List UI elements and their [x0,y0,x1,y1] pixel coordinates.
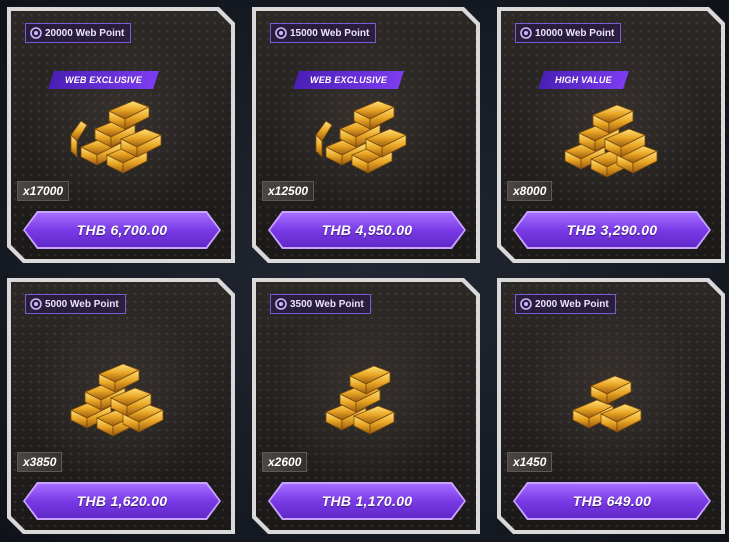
product-card-body: 2000 Web Point x1450 THB 649.00 [501,282,721,530]
gold-bars-icon [61,346,181,446]
product-card-body: 15000 Web Point WEB EXCLUSIVE x12500 THB… [256,11,476,259]
gold-bars-icon [61,85,181,185]
web-point-tag: 2000 Web Point [515,294,616,314]
web-point-label: 10000 Web Point [535,27,615,39]
price-label: THB 6,700.00 [76,222,168,238]
web-point-icon [275,298,287,310]
buy-button[interactable]: THB 3,290.00 [513,211,711,249]
web-point-tag: 3500 Web Point [270,294,371,314]
product-card[interactable]: 20000 Web Point WEB EXCLUSIVE x17000 THB… [7,7,235,263]
gold-bars-icon [306,85,426,185]
product-card-body: 3500 Web Point x2600 THB 1,170.00 [256,282,476,530]
quantity-label: x3850 [17,452,62,472]
shop-grid: 20000 Web Point WEB EXCLUSIVE x17000 THB… [0,0,729,542]
quantity-label: x2600 [262,452,307,472]
product-card[interactable]: 5000 Web Point x3850 THB 1,620.00 [7,278,235,534]
web-point-tag: 5000 Web Point [25,294,126,314]
gold-bars-icon [551,85,671,185]
quantity-label: x12500 [262,181,314,201]
web-point-icon [30,27,42,39]
web-point-label: 2000 Web Point [535,298,609,310]
quantity-label: x8000 [507,181,552,201]
buy-button[interactable]: THB 4,950.00 [268,211,466,249]
buy-button[interactable]: THB 649.00 [513,482,711,520]
web-point-icon [520,298,532,310]
web-point-icon [275,27,287,39]
gold-bars-icon [551,346,671,446]
web-point-label: 5000 Web Point [45,298,119,310]
web-point-label: 15000 Web Point [290,27,370,39]
buy-button[interactable]: THB 1,170.00 [268,482,466,520]
gold-bars-icon [306,346,426,446]
web-point-tag: 10000 Web Point [515,23,621,43]
price-label: THB 4,950.00 [321,222,413,238]
web-point-tag: 20000 Web Point [25,23,131,43]
buy-button[interactable]: THB 1,620.00 [23,482,221,520]
product-card[interactable]: 10000 Web Point HIGH VALUE x8000 THB 3,2… [497,7,725,263]
web-point-label: 20000 Web Point [45,27,125,39]
product-card[interactable]: 15000 Web Point WEB EXCLUSIVE x12500 THB… [252,7,480,263]
product-card-body: 20000 Web Point WEB EXCLUSIVE x17000 THB… [11,11,231,259]
price-label: THB 1,620.00 [76,493,168,509]
price-label: THB 3,290.00 [566,222,658,238]
web-point-icon [520,27,532,39]
buy-button[interactable]: THB 6,700.00 [23,211,221,249]
web-point-label: 3500 Web Point [290,298,364,310]
price-label: THB 649.00 [572,493,652,509]
price-label: THB 1,170.00 [321,493,413,509]
quantity-label: x17000 [17,181,69,201]
web-point-icon [30,298,42,310]
product-card-body: 5000 Web Point x3850 THB 1,620.00 [11,282,231,530]
quantity-label: x1450 [507,452,552,472]
product-card[interactable]: 3500 Web Point x2600 THB 1,170.00 [252,278,480,534]
web-point-tag: 15000 Web Point [270,23,376,43]
product-card-body: 10000 Web Point HIGH VALUE x8000 THB 3,2… [501,11,721,259]
product-card[interactable]: 2000 Web Point x1450 THB 649.00 [497,278,725,534]
